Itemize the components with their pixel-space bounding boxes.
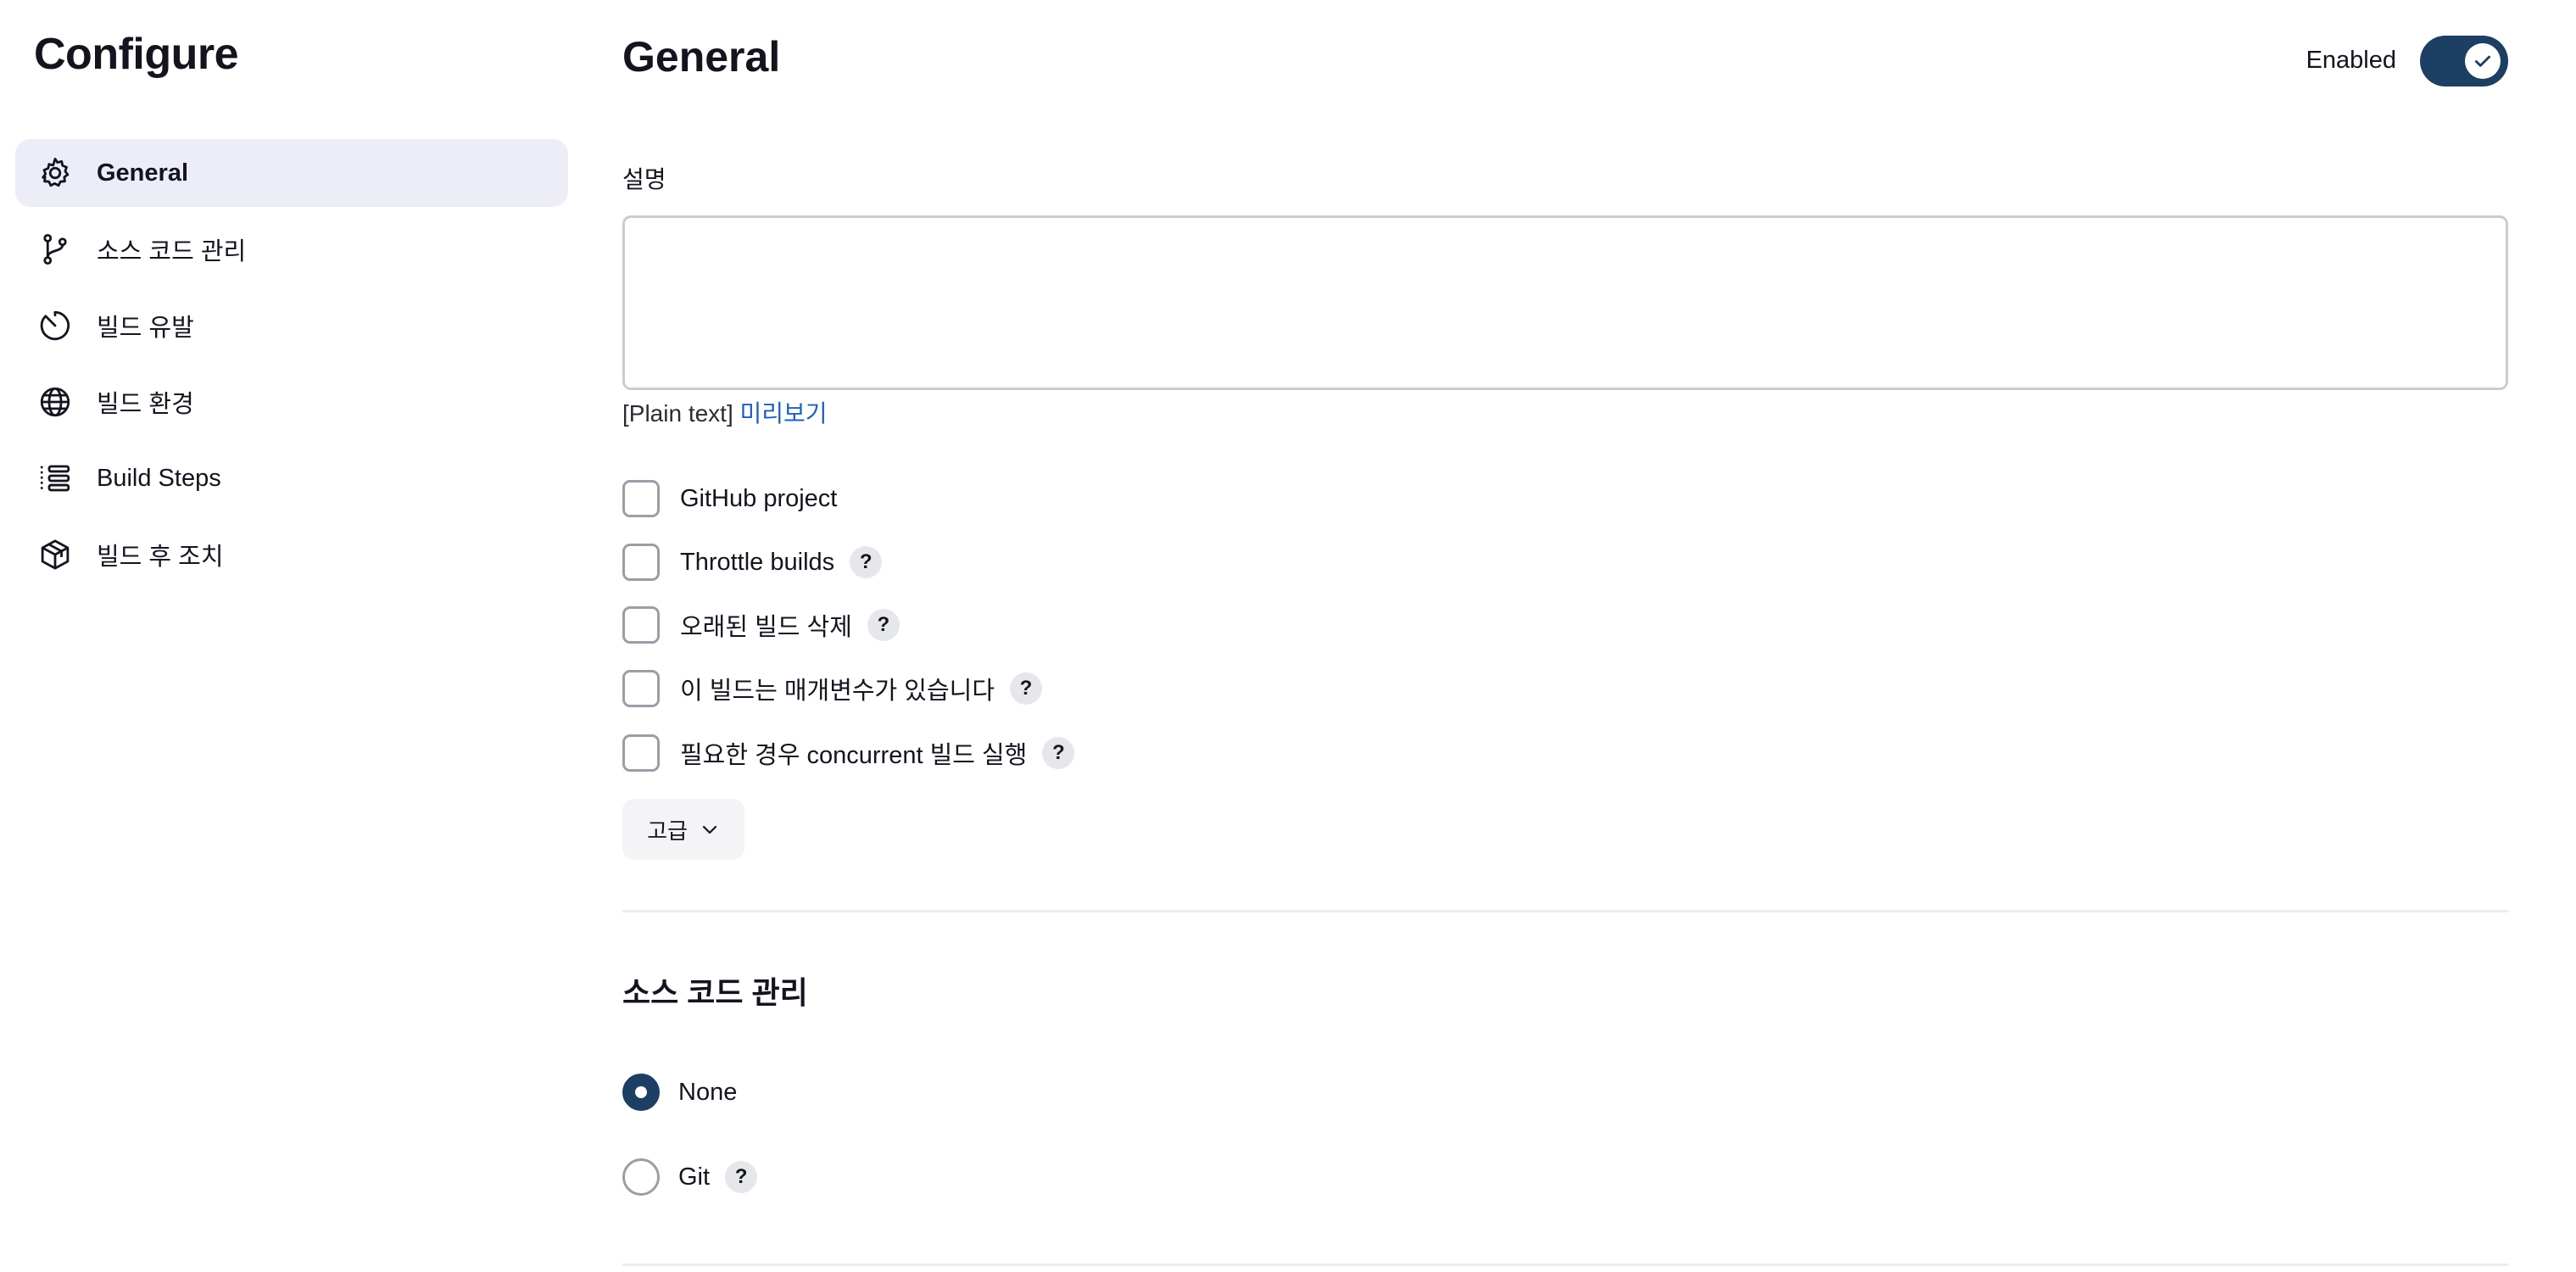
description-textarea[interactable] [622, 215, 2508, 390]
option-label: 오래된 빌드 삭제 [680, 614, 852, 641]
sidebar-item-build-environment[interactable]: 빌드 환경 [15, 368, 568, 436]
sidebar-item-label: Build Steps [97, 464, 221, 492]
concurrent-builds-checkbox[interactable] [622, 734, 660, 772]
throttle-builds-checkbox[interactable] [622, 544, 660, 581]
help-icon[interactable]: ? [850, 546, 883, 578]
preview-link[interactable]: 미리보기 [740, 400, 828, 427]
help-icon[interactable]: ? [1042, 737, 1075, 769]
radio-dot [635, 1086, 647, 1098]
radio-label: Git [678, 1163, 711, 1191]
chevron-down-icon [688, 819, 720, 840]
section-title-general: General [622, 33, 781, 81]
sidebar-item-post-build-actions[interactable]: 빌드 후 조치 [15, 521, 568, 589]
gear-icon [37, 155, 73, 191]
scm-option-none: None [622, 1073, 737, 1112]
sidebar-item-general[interactable]: General [15, 139, 568, 207]
github-project-checkbox[interactable] [622, 480, 660, 517]
globe-icon [37, 384, 73, 420]
discard-old-builds-checkbox[interactable] [622, 606, 660, 644]
parameterized-checkbox[interactable] [622, 670, 660, 707]
sidebar-item-build-steps[interactable]: Build Steps [15, 444, 568, 512]
toggle-knob [2465, 43, 2501, 79]
option-github-project: GitHub project [622, 479, 837, 518]
enabled-label: Enabled [2306, 47, 2396, 74]
advanced-label: 고급 [647, 817, 688, 844]
option-throttle-builds: Throttle builds ? [622, 543, 883, 582]
advanced-button[interactable]: 고급 [622, 799, 744, 860]
enabled-toggle[interactable] [2420, 36, 2508, 86]
help-icon[interactable]: ? [867, 609, 900, 641]
sidebar-item-label: 빌드 후 조치 [97, 544, 224, 571]
section-title-scm: 소스 코드 관리 [622, 975, 808, 1010]
sidebar: General 소스 코드 관리 빌드 유발 빌드 환경 Build Steps… [15, 139, 568, 597]
sidebar-item-source-code-management[interactable]: 소스 코드 관리 [15, 215, 568, 283]
clock-icon [37, 308, 73, 343]
section-divider [622, 1264, 2508, 1266]
page-title: Configure [34, 30, 239, 79]
scm-git-radio[interactable] [622, 1158, 660, 1196]
help-icon[interactable]: ? [725, 1161, 758, 1193]
option-concurrent-builds: 필요한 경우 concurrent 빌드 실행 ? [622, 734, 1075, 773]
option-label: Throttle builds [680, 548, 835, 576]
branch-icon [37, 232, 73, 267]
check-icon [2472, 50, 2494, 72]
sidebar-item-label: 빌드 유발 [97, 315, 194, 342]
sidebar-item-label: 빌드 환경 [97, 391, 194, 418]
scm-none-radio[interactable] [622, 1074, 660, 1111]
option-discard-old-builds: 오래된 빌드 삭제 ? [622, 605, 900, 644]
option-label: GitHub project [680, 484, 838, 512]
radio-label: None [678, 1078, 738, 1106]
format-hint: [Plain text] 미리보기 [622, 395, 828, 429]
list-icon [37, 460, 73, 496]
sidebar-item-build-triggers[interactable]: 빌드 유발 [15, 292, 568, 360]
section-divider [622, 910, 2508, 912]
sidebar-item-label: 소스 코드 관리 [97, 238, 247, 265]
option-parameterized: 이 빌드는 매개변수가 있습니다 ? [622, 669, 1043, 708]
package-icon [37, 537, 73, 572]
help-icon[interactable]: ? [1010, 672, 1043, 705]
option-label: 이 빌드는 매개변수가 있습니다 [680, 678, 995, 705]
description-label: 설명 [622, 166, 666, 192]
scm-option-git: Git ? [622, 1158, 758, 1197]
sidebar-item-label: General [97, 159, 188, 187]
format-prefix: [Plain text] [622, 400, 733, 427]
option-label: 필요한 경우 concurrent 빌드 실행 [680, 742, 1028, 769]
